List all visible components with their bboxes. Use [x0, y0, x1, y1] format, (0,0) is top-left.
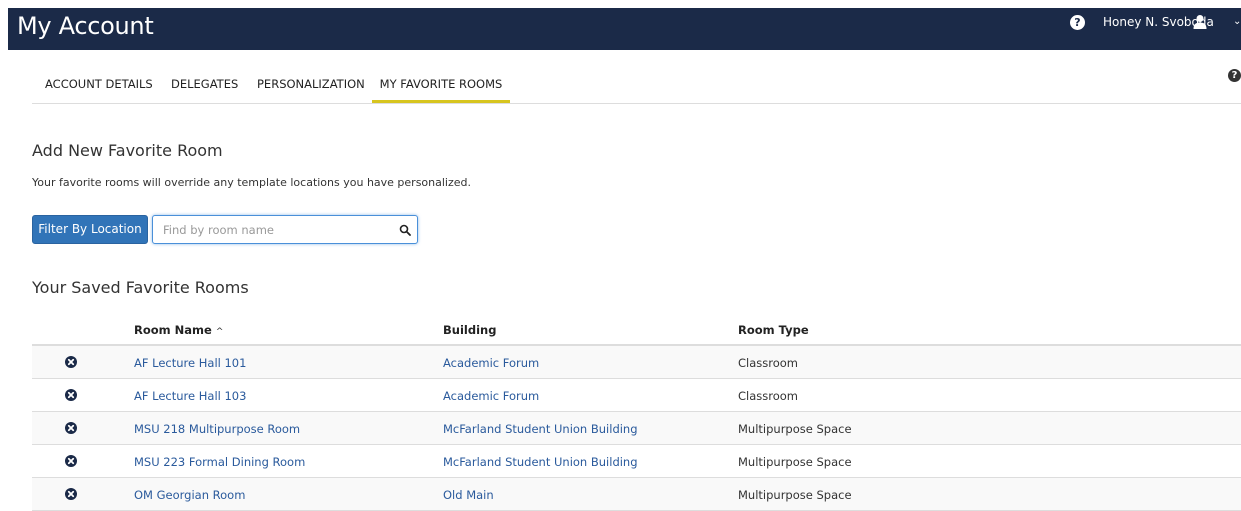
room-name-link[interactable]: AF Lecture Hall 101	[134, 355, 246, 371]
building-link[interactable]: McFarland Student Union Building	[443, 421, 638, 437]
remove-circle-icon[interactable]	[65, 356, 77, 368]
column-header-label: Room Name	[134, 323, 212, 337]
column-header-room-name[interactable]: Room Name ^	[134, 322, 223, 340]
room-name-link[interactable]: AF Lecture Hall 103	[134, 388, 246, 404]
page-title: My Account	[17, 12, 154, 40]
saved-favorite-rooms-heading: Your Saved Favorite Rooms	[32, 278, 249, 297]
room-type-text: Multipurpose Space	[738, 422, 852, 436]
sort-ascending-icon: ^	[215, 327, 224, 337]
table-row: AF Lecture Hall 103 Academic Forum Class…	[32, 379, 1241, 412]
room-search-input[interactable]	[161, 220, 391, 240]
tabs-divider	[32, 103, 1241, 104]
remove-circle-icon[interactable]	[65, 455, 77, 467]
tab-delegates[interactable]: DELEGATES	[171, 70, 238, 104]
column-header-building[interactable]: Building	[443, 322, 496, 338]
favorite-rooms-note: Your favorite rooms will override any te…	[32, 176, 472, 189]
room-search-box	[152, 215, 418, 244]
table-row: OM Georgian Room Old Main Multipurpose S…	[32, 478, 1241, 511]
question-circle-icon[interactable]: ?	[1070, 15, 1085, 30]
room-type-text: Multipurpose Space	[738, 488, 852, 502]
tab-my-favorite-rooms[interactable]: MY FAVORITE ROOMS	[372, 70, 510, 104]
table-row: AF Lecture Hall 101 Academic Forum Class…	[32, 346, 1241, 379]
tab-account-details[interactable]: ACCOUNT DETAILS	[45, 70, 153, 104]
favorite-rooms-table: Room Name ^ Building Room Type AF Lecture…	[32, 314, 1241, 511]
tab-personalization[interactable]: PERSONALIZATION	[257, 70, 365, 104]
remove-circle-icon[interactable]	[65, 389, 77, 401]
remove-circle-icon[interactable]	[65, 488, 77, 500]
building-link[interactable]: McFarland Student Union Building	[443, 454, 638, 470]
add-favorite-room-heading: Add New Favorite Room	[32, 141, 223, 160]
remove-circle-icon[interactable]	[65, 422, 77, 434]
building-link[interactable]: Academic Forum	[443, 355, 539, 371]
table-header: Room Name ^ Building Room Type	[32, 314, 1241, 346]
question-circle-icon[interactable]: ?	[1228, 69, 1241, 82]
top-header-bar: My Account ? Honey N. Svoboda ⌄	[8, 8, 1241, 50]
room-name-link[interactable]: MSU 218 Multipurpose Room	[134, 421, 300, 437]
room-type-text: Multipurpose Space	[738, 455, 852, 469]
filter-by-location-button[interactable]: Filter By Location	[32, 215, 148, 244]
room-name-link[interactable]: OM Georgian Room	[134, 487, 245, 503]
user-icon[interactable]	[1192, 14, 1208, 30]
search-icon[interactable]	[399, 224, 411, 236]
table-row: MSU 218 Multipurpose Room McFarland Stud…	[32, 412, 1241, 445]
building-link[interactable]: Old Main	[443, 487, 494, 503]
table-row: MSU 223 Formal Dining Room McFarland Stu…	[32, 445, 1241, 478]
room-type-text: Classroom	[738, 356, 799, 370]
building-link[interactable]: Academic Forum	[443, 388, 539, 404]
room-type-text: Classroom	[738, 389, 799, 403]
column-header-room-type[interactable]: Room Type	[738, 322, 809, 338]
chevron-down-icon[interactable]: ⌄	[1233, 14, 1241, 30]
room-name-link[interactable]: MSU 223 Formal Dining Room	[134, 454, 305, 470]
